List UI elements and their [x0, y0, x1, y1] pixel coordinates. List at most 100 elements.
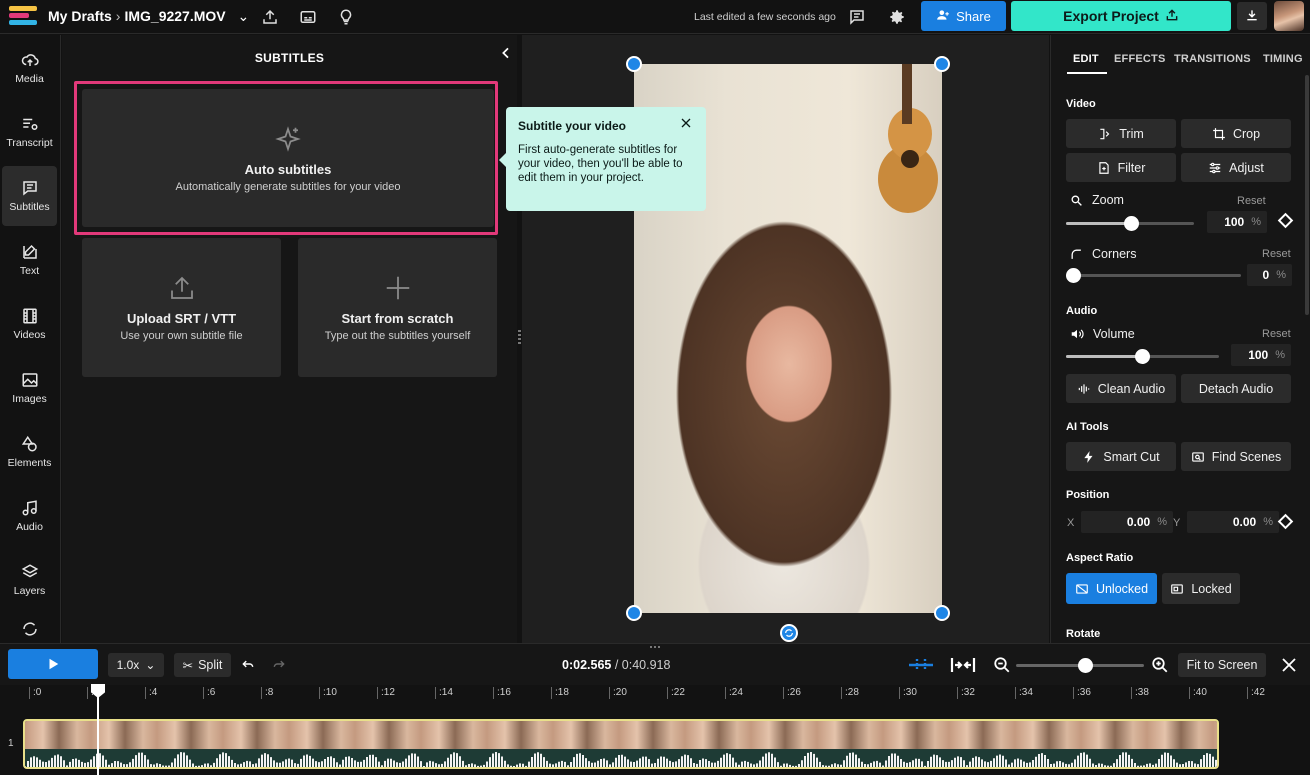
breadcrumb-my-drafts[interactable]: My Drafts — [48, 8, 112, 24]
project-file-name[interactable]: IMG_9227.MOV — [124, 8, 225, 24]
undo-icon[interactable] — [241, 657, 255, 674]
rail-item-elements[interactable]: Elements — [2, 422, 57, 482]
fit-timeline-icon[interactable] — [950, 656, 976, 677]
crop-button[interactable]: Crop — [1181, 119, 1291, 148]
zoom-in-icon[interactable] — [1151, 656, 1169, 677]
zoom-out-icon[interactable] — [993, 656, 1011, 677]
rotate-handle[interactable] — [780, 624, 798, 642]
smart-cut-button[interactable]: Smart Cut — [1066, 442, 1176, 471]
play-button[interactable] — [8, 649, 98, 679]
speaker-icon — [1071, 329, 1084, 339]
lightbulb-icon[interactable] — [335, 6, 357, 28]
rail-item-images[interactable]: Images — [2, 358, 57, 418]
section-ai-tools: AI Tools — [1066, 421, 1109, 433]
kapwing-logo[interactable] — [9, 6, 37, 28]
clean-audio-label: Clean Audio — [1097, 381, 1166, 396]
volume-slider-knob[interactable] — [1135, 349, 1150, 364]
zoom-slider[interactable] — [1066, 216, 1194, 231]
resize-handle-top-left[interactable] — [626, 56, 642, 72]
tab-transitions[interactable]: TRANSITIONS — [1174, 53, 1251, 65]
unlocked-ratio-icon — [1076, 583, 1088, 594]
tab-edit[interactable]: EDIT — [1073, 53, 1099, 65]
section-position: Position — [1066, 489, 1110, 501]
adjust-button[interactable]: Adjust — [1181, 153, 1291, 182]
close-icon[interactable] — [680, 117, 692, 129]
zoom-value-input[interactable]: 100 % — [1207, 211, 1267, 233]
position-x-input[interactable]: 0.00 % — [1081, 511, 1173, 533]
corner-radius-icon — [1071, 249, 1081, 259]
video-clip[interactable] — [23, 719, 1219, 769]
resize-handle-bottom-right[interactable] — [934, 605, 950, 621]
resize-handle-bottom-left[interactable] — [626, 605, 642, 621]
export-project-button[interactable]: Export Project — [1011, 1, 1231, 31]
magnet-snap-icon[interactable] — [908, 656, 934, 677]
section-aspect-ratio: Aspect Ratio — [1066, 552, 1134, 564]
crop-icon — [1213, 127, 1225, 140]
volume-value-input[interactable]: 100 % — [1231, 344, 1291, 366]
timeline-zoom-knob[interactable] — [1078, 658, 1093, 673]
collapse-panel-icon[interactable] — [498, 45, 514, 61]
clean-audio-button[interactable]: Clean Audio — [1066, 374, 1176, 403]
ruler-tick: :4 — [145, 687, 157, 699]
corners-reset[interactable]: Reset — [1262, 248, 1291, 260]
fit-to-screen-button[interactable]: Fit to Screen — [1178, 653, 1266, 677]
ruler-tick: :30 — [899, 687, 917, 699]
upload-icon[interactable] — [259, 6, 281, 28]
ruler-tick: :6 — [203, 687, 215, 699]
aspect-locked-button[interactable]: Locked — [1162, 573, 1240, 604]
upload-srt-card[interactable]: Upload SRT / VTT Use your own subtitle f… — [82, 238, 281, 377]
corners-slider[interactable] — [1066, 268, 1241, 283]
properties-panel: EDIT EFFECTS TRANSITIONS TIMING Video Tr… — [1050, 35, 1310, 643]
playback-speed-select[interactable]: 1.0x ⌄ — [108, 653, 164, 677]
rail-item-videos[interactable]: Videos — [2, 294, 57, 354]
gear-icon[interactable] — [886, 6, 908, 28]
playhead-line[interactable] — [97, 686, 99, 775]
timeline-ruler[interactable]: :0:2:4:6:8:10:12:14:16:18:20:22:24:26:28… — [0, 685, 1310, 705]
rail-item-media[interactable]: Media — [2, 38, 57, 98]
split-button[interactable]: ✂ Split — [174, 653, 231, 677]
zoom-slider-knob[interactable] — [1124, 216, 1139, 231]
rail-item-subtitles[interactable]: Subtitles — [2, 166, 57, 226]
aspect-unlocked-button[interactable]: Unlocked — [1066, 573, 1157, 604]
rail-item-transcript[interactable]: Transcript — [2, 102, 57, 162]
volume-slider[interactable] — [1066, 349, 1219, 364]
download-button[interactable] — [1237, 2, 1267, 30]
close-icon[interactable] — [1280, 656, 1298, 677]
locked-label: Locked — [1191, 581, 1232, 596]
keyframe-diamond-icon[interactable] — [1277, 513, 1294, 530]
volume-label-row: Volume — [1070, 327, 1135, 341]
properties-scrollbar[interactable] — [1305, 75, 1309, 315]
resize-handle-top-right[interactable] — [934, 56, 950, 72]
start-from-scratch-card[interactable]: Start from scratch Type out the subtitle… — [298, 238, 497, 377]
subtitles-toggle-icon[interactable] — [297, 6, 319, 28]
redo-icon[interactable] — [272, 657, 286, 674]
corners-slider-knob[interactable] — [1066, 268, 1081, 283]
avatar[interactable] — [1274, 1, 1304, 31]
zoom-reset[interactable]: Reset — [1237, 195, 1266, 207]
plus-icon — [386, 276, 409, 300]
rail-item-more[interactable] — [2, 615, 57, 643]
corners-label: Corners — [1092, 247, 1137, 261]
share-button[interactable]: Share — [921, 1, 1006, 31]
tab-effects[interactable]: EFFECTS — [1114, 53, 1166, 65]
chevron-down-icon[interactable]: ⌄ — [238, 8, 250, 24]
timeline-resize-handle[interactable] — [650, 646, 662, 648]
playback-time: 0:02.565 / 0:40.918 — [562, 658, 670, 672]
clip-waveform — [25, 749, 1217, 767]
keyframe-diamond-icon[interactable] — [1277, 212, 1294, 229]
comments-icon[interactable] — [846, 6, 868, 28]
rail-item-text[interactable]: Text — [2, 230, 57, 290]
position-y-input[interactable]: 0.00 % — [1187, 511, 1279, 533]
panel-resize-handle[interactable] — [518, 330, 521, 344]
filter-button[interactable]: Filter — [1066, 153, 1176, 182]
corners-value-input[interactable]: 0 % — [1247, 264, 1292, 286]
volume-reset[interactable]: Reset — [1262, 328, 1291, 340]
detach-audio-button[interactable]: Detach Audio — [1181, 374, 1291, 403]
ruler-tick: :22 — [667, 687, 685, 699]
rail-item-audio[interactable]: Audio — [2, 486, 57, 546]
find-scenes-button[interactable]: Find Scenes — [1181, 442, 1291, 471]
tab-timing[interactable]: TIMING — [1263, 53, 1303, 65]
rail-item-layers[interactable]: Layers — [2, 550, 57, 610]
play-icon — [49, 658, 59, 670]
trim-button[interactable]: Trim — [1066, 119, 1176, 148]
